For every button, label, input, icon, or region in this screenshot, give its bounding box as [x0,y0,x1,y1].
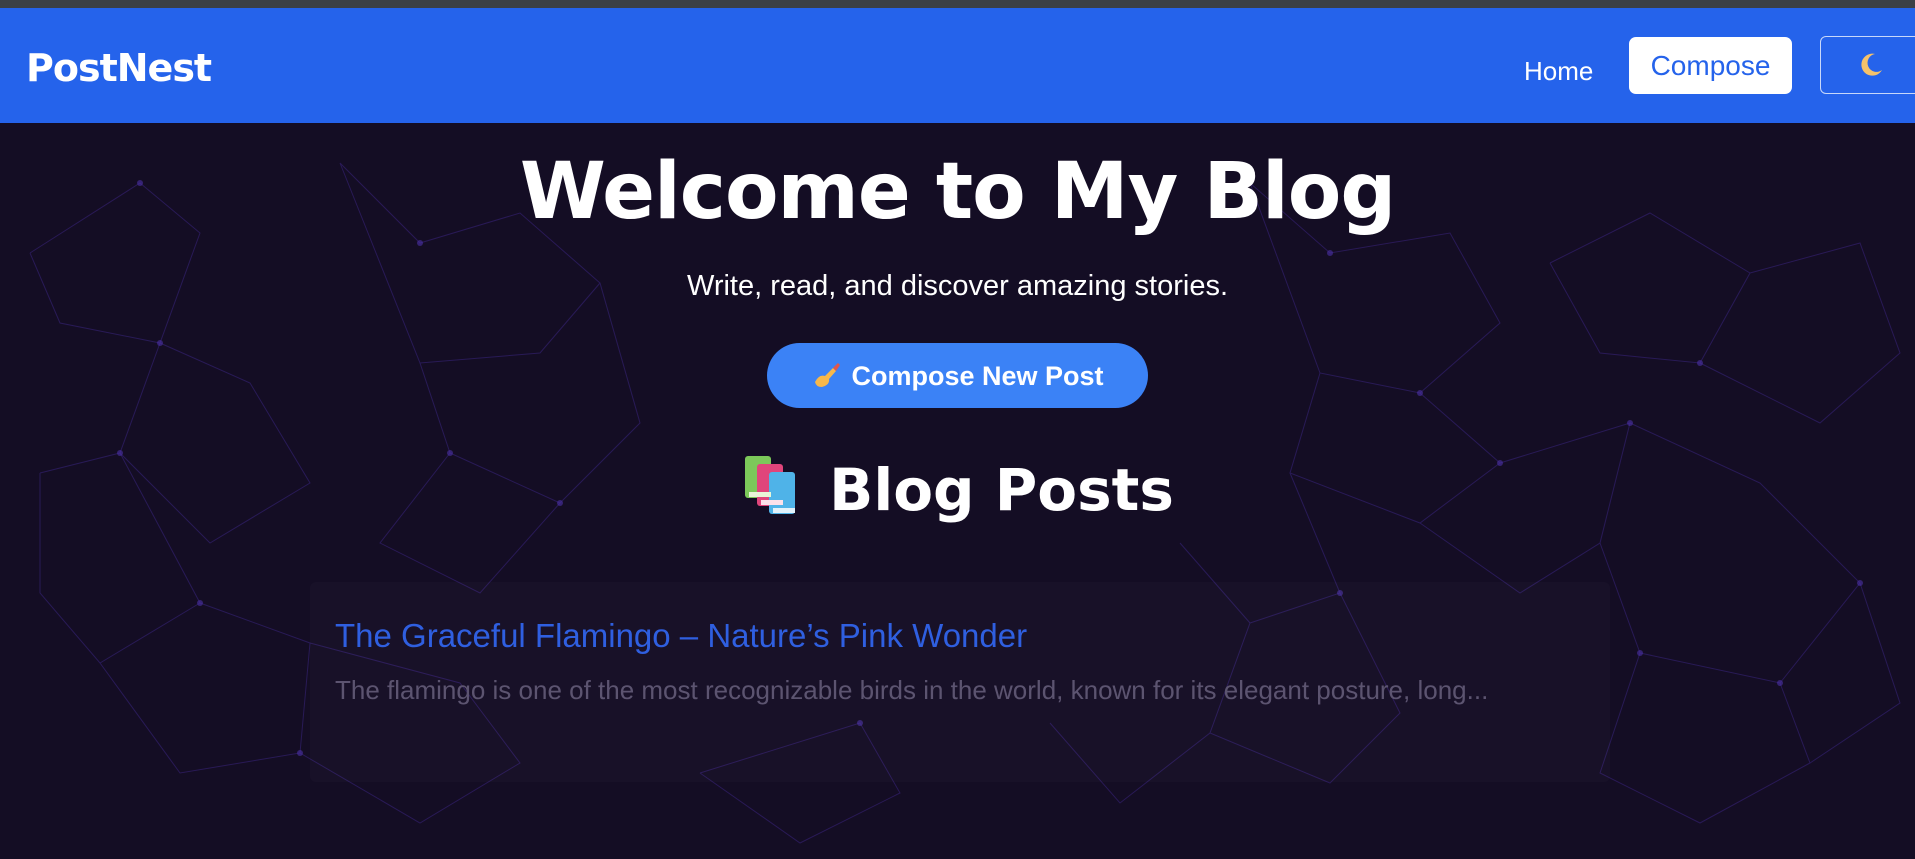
blog-posts-heading: Blog Posts [0,452,1915,524]
theme-toggle-button[interactable] [1820,36,1915,94]
books-icon [745,456,796,514]
moon-icon [1861,53,1882,76]
writing-hand-icon [815,362,841,387]
post-card: The Graceful Flamingo – Nature’s Pink Wo… [310,582,1610,782]
hero-subtitle: Write, read, and discover amazing storie… [686,270,1229,302]
window-top-border [0,0,1915,8]
nav-compose-button[interactable]: Compose [1629,37,1792,94]
nav-home-link[interactable]: Home [1524,56,1593,87]
compose-new-post-label: Compose New Post [851,360,1104,391]
brand-logo[interactable]: PostNest [26,46,212,90]
compose-new-post-button[interactable]: Compose New Post [767,343,1148,408]
blog-posts-title: Blog Posts [829,456,1174,524]
post-title-link[interactable]: The Graceful Flamingo – Nature’s Pink Wo… [335,617,1027,655]
hero-title: Welcome to My Blog [519,147,1396,237]
post-excerpt: The flamingo is one of the most recogniz… [335,675,1489,705]
top-navbar: PostNest Home Compose [0,8,1915,123]
